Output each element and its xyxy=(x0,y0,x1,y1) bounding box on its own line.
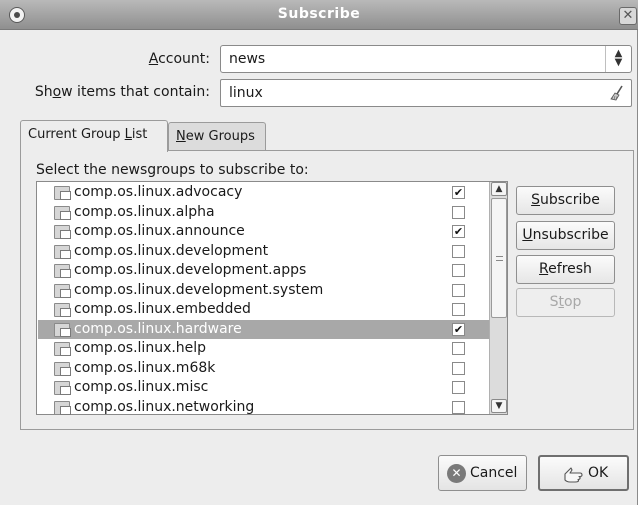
close-icon[interactable]: ✕ xyxy=(619,7,637,25)
account-value: news xyxy=(229,51,266,67)
scroll-down-arrow-icon[interactable]: ▼ xyxy=(491,399,507,413)
list-item[interactable]: comp.os.linux.advocacy ✔ xyxy=(38,183,489,203)
list-item[interactable]: comp.os.linux.m68k xyxy=(38,359,489,379)
newsgroup-name: comp.os.linux.help xyxy=(74,340,207,356)
newsgroup-icon xyxy=(54,361,71,376)
newsgroup-icon xyxy=(54,342,71,356)
subscribe-dialog: Subscribe ✕ Account: news ▲ ▼ Show items … xyxy=(0,0,638,505)
account-combo[interactable]: news ▲ ▼ xyxy=(220,45,632,73)
list-item[interactable]: comp.os.linux.development.system xyxy=(38,281,489,301)
filter-label: Show items that contain: xyxy=(34,84,210,100)
subscribe-checkbox[interactable] xyxy=(452,361,465,375)
subscribe-checkbox[interactable] xyxy=(452,264,465,277)
newsgroup-name: comp.os.linux.announce xyxy=(74,223,245,239)
combo-arrows-icon: ▲ ▼ xyxy=(605,46,631,72)
list-item[interactable]: comp.os.linux.development.apps xyxy=(38,261,489,281)
list-scrollbar[interactable]: ▲ ▼ xyxy=(489,182,507,414)
window-title: Subscribe xyxy=(277,6,361,22)
newsgroup-icon xyxy=(54,400,71,415)
ok-button[interactable]: OK xyxy=(538,455,629,491)
newsgroup-name: comp.os.linux.development.apps xyxy=(74,262,307,278)
stop-button: Stop xyxy=(516,288,615,317)
subscribe-checkbox[interactable]: ✔ xyxy=(452,186,465,199)
list-caption: Select the newsgroups to subscribe to: xyxy=(36,162,309,178)
scroll-grip-icon xyxy=(496,256,503,261)
refresh-button[interactable]: Refresh xyxy=(516,255,615,284)
scroll-thumb[interactable] xyxy=(491,198,507,318)
title-bar[interactable]: Subscribe ✕ xyxy=(0,0,638,30)
cancel-icon: ✕ xyxy=(447,464,466,483)
subscribe-checkbox[interactable] xyxy=(452,381,465,394)
list-item[interactable]: comp.os.linux.help xyxy=(38,339,489,359)
ok-hand-icon xyxy=(564,467,583,483)
newsgroup-icon xyxy=(54,322,71,337)
newsgroup-name: comp.os.linux.development xyxy=(74,242,269,259)
subscribe-checkbox[interactable] xyxy=(452,342,465,355)
newsgroup-icon xyxy=(54,225,71,239)
filter-input[interactable]: linux xyxy=(220,79,632,107)
newsgroup-name: comp.os.linux.misc xyxy=(74,379,209,395)
newsgroup-name: comp.os.linux.embedded xyxy=(74,301,251,317)
newsgroup-icon xyxy=(54,381,71,395)
tab-current-group-list[interactable]: Current Group List xyxy=(20,120,168,152)
newsgroup-icon xyxy=(54,186,71,200)
subscribe-checkbox[interactable] xyxy=(452,400,465,414)
list-item[interactable]: comp.os.linux.hardware ✔ xyxy=(38,319,489,339)
list-item[interactable]: comp.os.linux.networking xyxy=(38,398,489,418)
ok-label: OK xyxy=(588,465,609,481)
newsgroup-name: comp.os.linux.development.system xyxy=(74,281,324,298)
list-item[interactable]: comp.os.linux.announce ✔ xyxy=(38,222,489,242)
cancel-button[interactable]: ✕ Cancel xyxy=(438,455,527,491)
scroll-up-arrow-icon[interactable]: ▲ xyxy=(491,182,507,196)
unsubscribe-button[interactable]: Unsubscribe xyxy=(516,221,615,250)
subscribe-checkbox[interactable]: ✔ xyxy=(452,322,465,336)
subscribe-checkbox[interactable] xyxy=(452,244,465,258)
list-item[interactable]: comp.os.linux.embedded xyxy=(38,300,489,320)
list-item[interactable]: comp.os.linux.alpha xyxy=(38,203,489,223)
subscribe-button[interactable]: Subscribe xyxy=(516,186,615,215)
newsgroup-icon xyxy=(54,283,71,298)
newsgroup-icon xyxy=(54,264,71,278)
subscribe-checkbox[interactable] xyxy=(452,303,465,316)
cancel-label: Cancel xyxy=(470,465,518,481)
list-item[interactable]: comp.os.linux.misc xyxy=(38,378,489,398)
account-label: Account: xyxy=(148,51,210,67)
newsgroup-icon xyxy=(54,303,71,317)
broom-icon[interactable] xyxy=(609,85,625,101)
subscribe-checkbox[interactable] xyxy=(452,205,465,219)
newsgroup-icon xyxy=(54,205,71,220)
newsgroup-name: comp.os.linux.networking xyxy=(74,398,255,415)
newsgroup-name: comp.os.linux.hardware xyxy=(74,320,242,337)
subscribe-checkbox[interactable] xyxy=(452,283,465,297)
newsgroup-name: comp.os.linux.alpha xyxy=(74,203,215,220)
newsgroup-list[interactable]: comp.os.linux.advocacy ✔ comp.os.linux.alp… xyxy=(36,181,508,415)
list-item[interactable]: comp.os.linux.development xyxy=(38,242,489,262)
tab-new-groups[interactable]: New Groups xyxy=(168,122,266,150)
newsgroup-name: comp.os.linux.advocacy xyxy=(74,184,243,200)
subscribe-checkbox[interactable]: ✔ xyxy=(452,225,465,238)
newsgroup-icon xyxy=(54,244,71,259)
filter-value: linux xyxy=(229,85,263,101)
newsgroup-name: comp.os.linux.m68k xyxy=(74,359,216,376)
